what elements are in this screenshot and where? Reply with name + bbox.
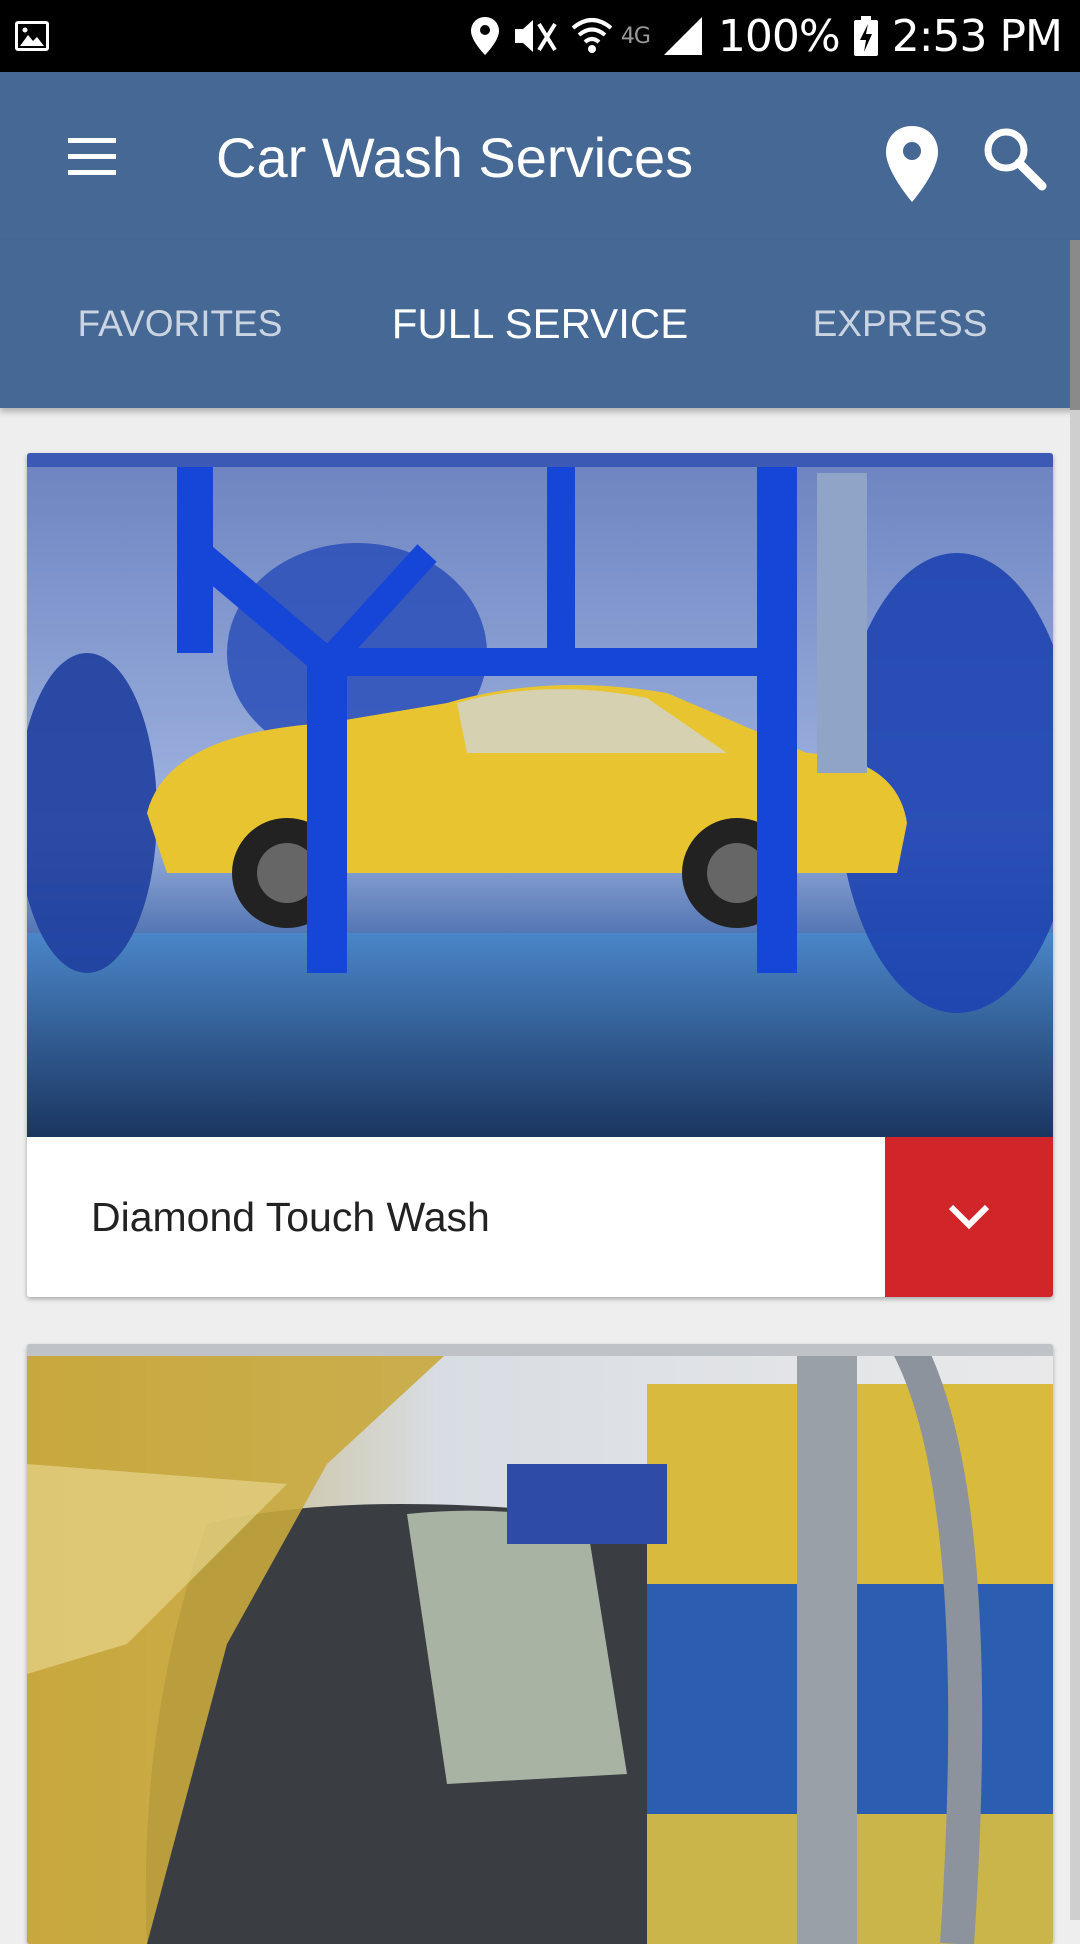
service-card[interactable]: Diamond Touch Wash [27,453,1053,1297]
signal-icon [663,17,702,55]
battery-percent: 100% [717,10,841,62]
status-bar: 4G 100% 2:53 PM [0,0,1080,72]
car-wash-photo [27,1344,1053,1944]
scrollbar-track[interactable] [1070,240,1080,1920]
car-wash-photo [27,453,1053,1137]
battery-charging-icon [853,16,878,56]
status-icons: 4G 100% 2:53 PM [470,0,1063,72]
mute-icon [514,20,557,52]
tab-favorites[interactable]: FAVORITES [40,240,320,408]
tab-bar: FAVORITES FULL SERVICE EXPRESS [0,240,1080,408]
wifi-icon [571,18,613,53]
location-icon [470,17,499,55]
tab-express[interactable]: EXPRESS [760,240,1040,408]
gallery-icon [15,21,49,51]
menu-icon[interactable] [60,132,130,182]
scrollbar-thumb[interactable] [1070,240,1080,410]
search-icon[interactable] [980,124,1048,192]
clock: 2:53 PM [891,10,1063,62]
service-name: Diamond Touch Wash [91,1194,490,1240]
expand-button[interactable] [885,1137,1053,1297]
service-card[interactable] [27,1344,1053,1944]
card-footer: Diamond Touch Wash [27,1137,1053,1297]
app-bar: Car Wash Services [0,72,1080,240]
map-pin-icon[interactable] [880,122,944,206]
tab-full-service[interactable]: FULL SERVICE [380,240,700,408]
network-type: 4G [620,23,651,49]
chevron-down-icon [948,1204,990,1230]
page-title: Car Wash Services [216,126,694,189]
